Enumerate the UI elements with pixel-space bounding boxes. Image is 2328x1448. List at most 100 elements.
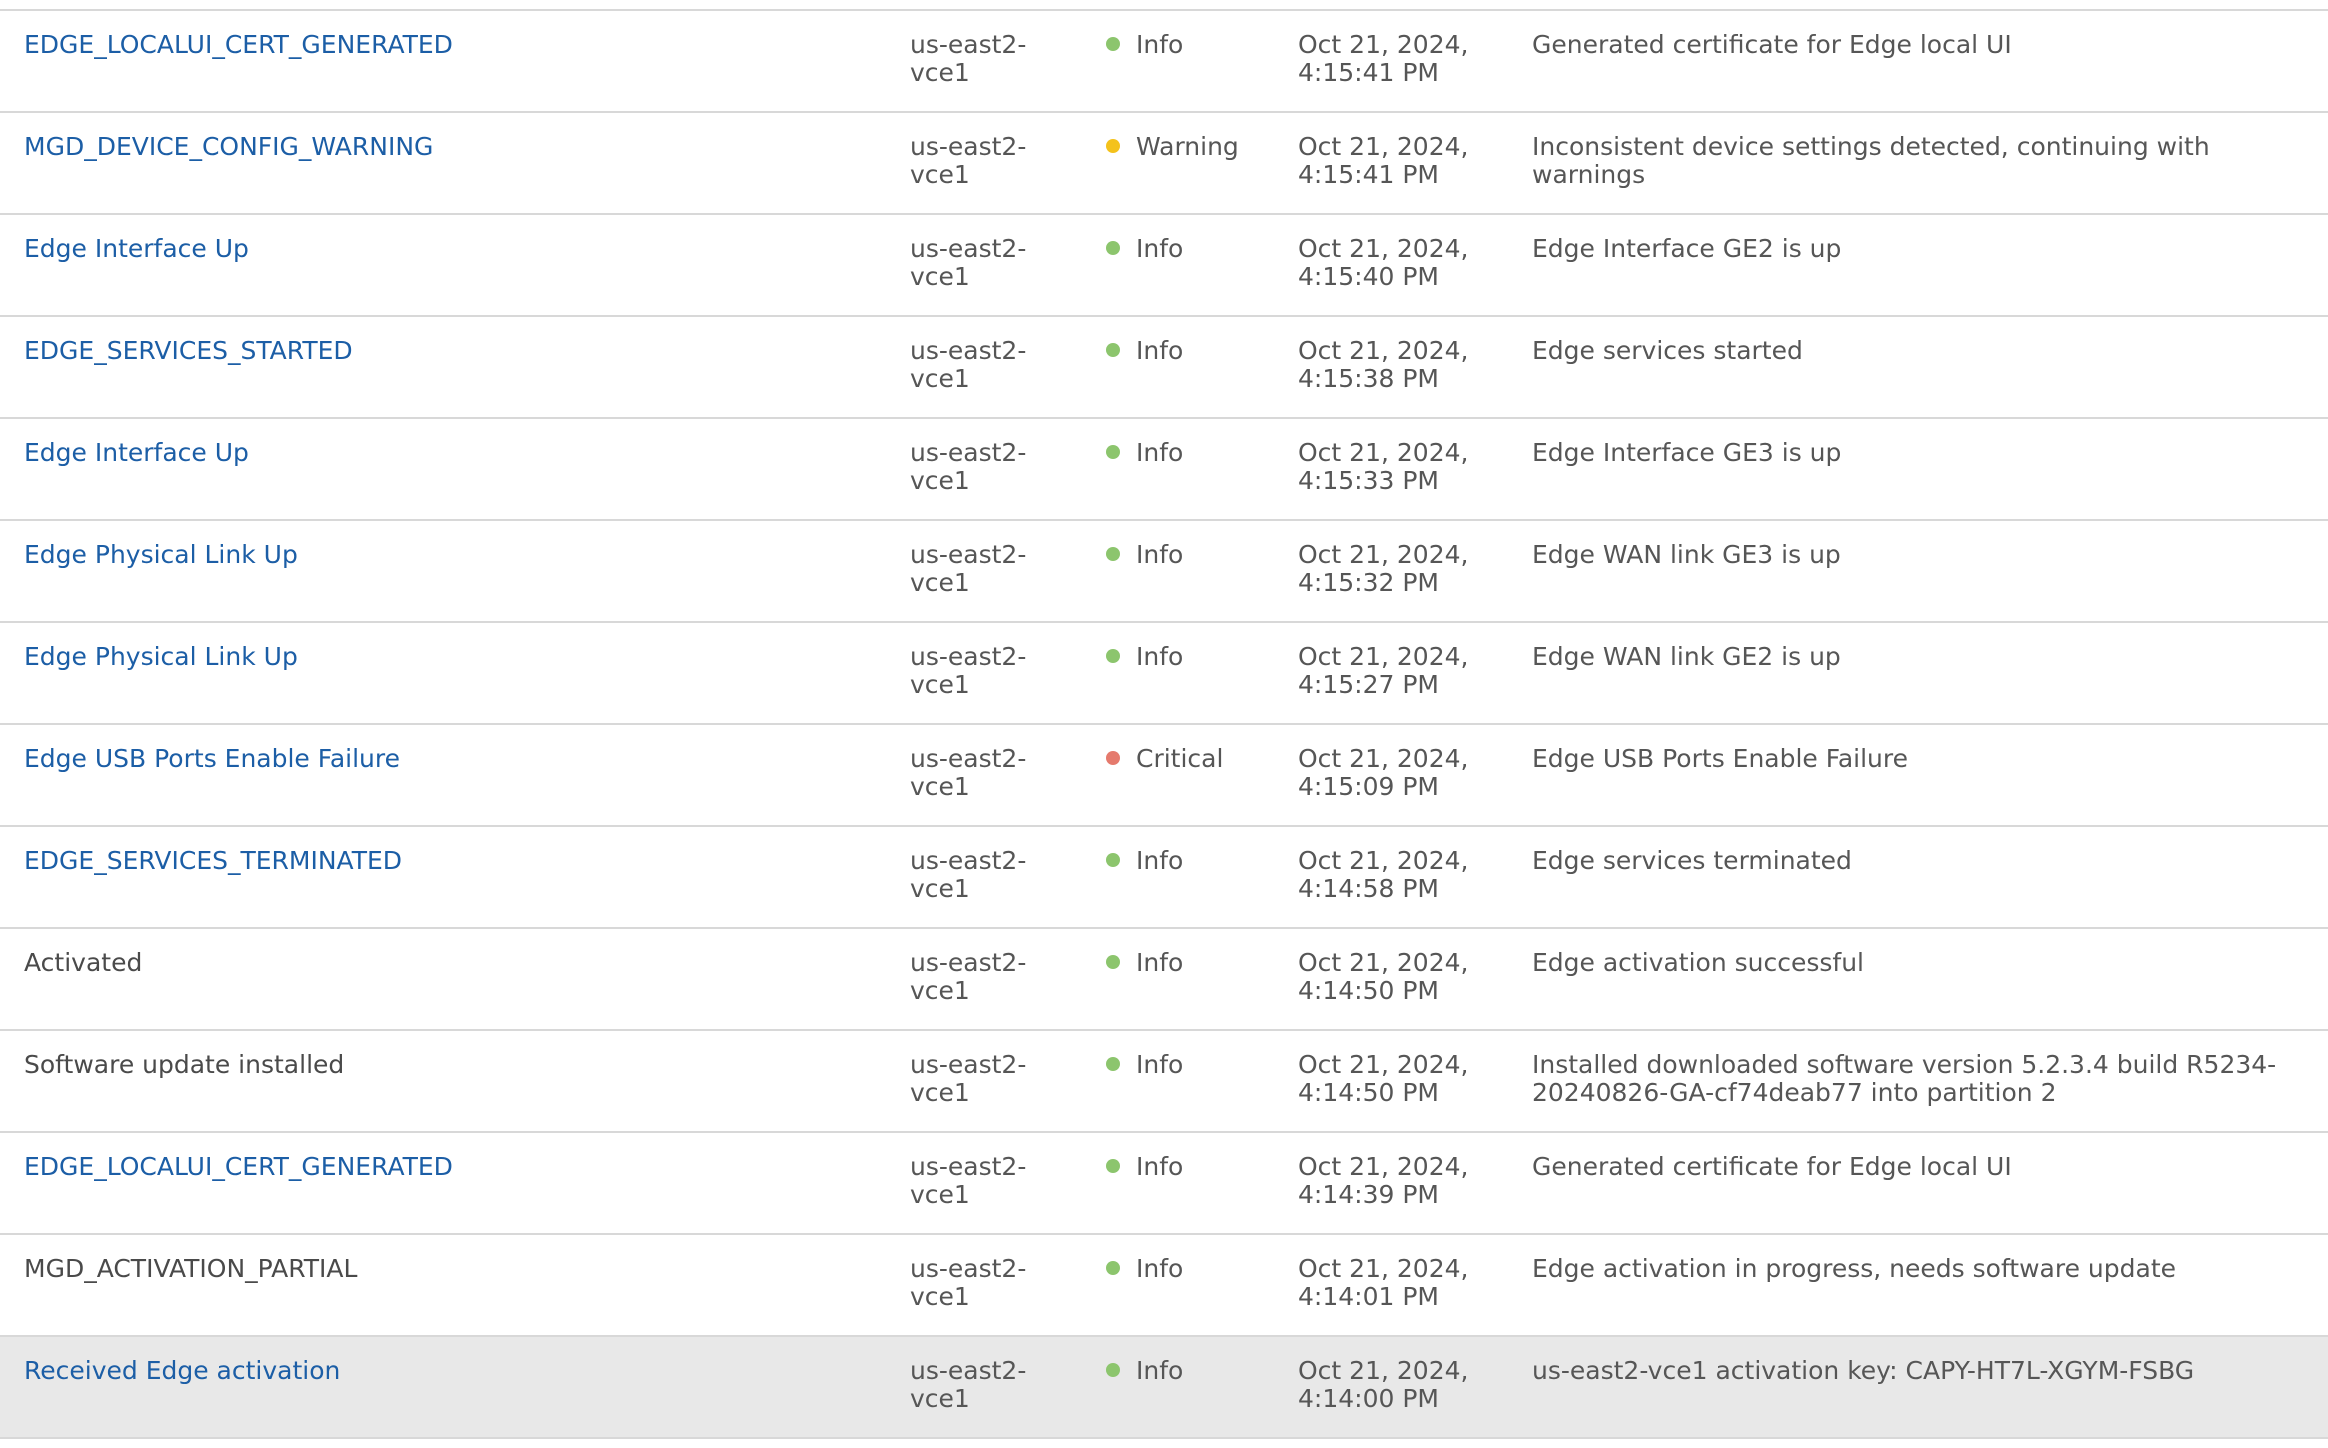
table-row[interactable]: Edge Physical Link Up us-east2- vce1 Inf… bbox=[0, 521, 2328, 623]
table-row[interactable]: EDGE_SERVICES_STARTED us-east2- vce1 Inf… bbox=[0, 317, 2328, 419]
table-row[interactable]: Edge USB Ports Enable Failure us-east2- … bbox=[0, 725, 2328, 827]
edge-name-cell: us-east2- vce1 bbox=[910, 540, 1027, 597]
event-name-link[interactable]: EDGE_SERVICES_STARTED bbox=[24, 336, 353, 365]
severity-label: Info bbox=[1136, 1050, 1184, 1079]
event-name-link[interactable]: MGD_DEVICE_CONFIG_WARNING bbox=[24, 132, 433, 161]
edge-name-cell: us-east2- vce1 bbox=[910, 1356, 1027, 1413]
severity-label: Info bbox=[1136, 642, 1184, 671]
edge-name-cell: us-east2- vce1 bbox=[910, 846, 1027, 903]
event-name-cell: Activated bbox=[24, 949, 884, 977]
table-row[interactable]: EDGE_LOCALUI_CERT_GENERATED us-east2- vc… bbox=[0, 1133, 2328, 1235]
severity-label: Info bbox=[1136, 234, 1184, 263]
event-name-cell: EDGE_LOCALUI_CERT_GENERATED bbox=[24, 1153, 884, 1181]
severity-dot-icon bbox=[1106, 37, 1120, 51]
edge-name-cell: us-east2- vce1 bbox=[910, 234, 1027, 291]
event-time-cell: Oct 21, 2024, 4:14:01 PM bbox=[1298, 1254, 1469, 1311]
table-top-divider bbox=[0, 0, 2328, 11]
message-cell: Edge services started bbox=[1532, 336, 1803, 365]
severity-dot-icon bbox=[1106, 343, 1120, 357]
severity-cell: Info bbox=[1106, 337, 1286, 365]
severity-dot-icon bbox=[1106, 649, 1120, 663]
severity-dot-icon bbox=[1106, 853, 1120, 867]
severity-label: Info bbox=[1136, 336, 1184, 365]
event-time-cell: Oct 21, 2024, 4:14:58 PM bbox=[1298, 846, 1469, 903]
event-name-cell: EDGE_SERVICES_TERMINATED bbox=[24, 847, 884, 875]
severity-dot-icon bbox=[1106, 1159, 1120, 1173]
message-cell: Edge WAN link GE3 is up bbox=[1532, 540, 1841, 569]
message-cell: Generated certificate for Edge local UI bbox=[1532, 1152, 2012, 1181]
event-name-cell: EDGE_SERVICES_STARTED bbox=[24, 337, 884, 365]
message-cell: Edge WAN link GE2 is up bbox=[1532, 642, 1841, 671]
table-row[interactable]: Activated us-east2- vce1 Info Oct 21, 20… bbox=[0, 929, 2328, 1031]
event-name-cell: Edge Physical Link Up bbox=[24, 541, 884, 569]
severity-dot-icon bbox=[1106, 241, 1120, 255]
event-name-cell: MGD_ACTIVATION_PARTIAL bbox=[24, 1255, 884, 1283]
edge-name-cell: us-east2- vce1 bbox=[910, 336, 1027, 393]
event-name-cell: Edge Interface Up bbox=[24, 235, 884, 263]
severity-cell: Critical bbox=[1106, 745, 1286, 773]
edge-name-cell: us-east2- vce1 bbox=[910, 1050, 1027, 1107]
event-time-cell: Oct 21, 2024, 4:15:40 PM bbox=[1298, 234, 1469, 291]
severity-label: Info bbox=[1136, 846, 1184, 875]
severity-cell: Info bbox=[1106, 235, 1286, 263]
event-name-link[interactable]: EDGE_SERVICES_TERMINATED bbox=[24, 846, 402, 875]
severity-label: Info bbox=[1136, 1254, 1184, 1283]
event-name-link[interactable]: Edge Interface Up bbox=[24, 234, 249, 263]
event-name: Activated bbox=[24, 948, 143, 977]
severity-dot-icon bbox=[1106, 445, 1120, 459]
table-row[interactable]: Edge Physical Link Up us-east2- vce1 Inf… bbox=[0, 623, 2328, 725]
edge-name-cell: us-east2- vce1 bbox=[910, 132, 1027, 189]
event-name-cell: Edge Interface Up bbox=[24, 439, 884, 467]
event-name-link[interactable]: Edge Interface Up bbox=[24, 438, 249, 467]
table-row[interactable]: Received Edge activation us-east2- vce1 … bbox=[0, 1337, 2328, 1439]
table-row[interactable]: Software update installed us-east2- vce1… bbox=[0, 1031, 2328, 1133]
table-row[interactable]: Edge Interface Up us-east2- vce1 Info Oc… bbox=[0, 215, 2328, 317]
event-name-cell: Edge Physical Link Up bbox=[24, 643, 884, 671]
message-cell: Inconsistent device settings detected, c… bbox=[1532, 132, 2210, 189]
table-row[interactable]: MGD_ACTIVATION_PARTIAL us-east2- vce1 In… bbox=[0, 1235, 2328, 1337]
event-time-cell: Oct 21, 2024, 4:15:09 PM bbox=[1298, 744, 1469, 801]
edge-name-cell: us-east2- vce1 bbox=[910, 438, 1027, 495]
event-name-link[interactable]: EDGE_LOCALUI_CERT_GENERATED bbox=[24, 1152, 453, 1181]
table-row[interactable]: Edge Interface Up us-east2- vce1 Info Oc… bbox=[0, 419, 2328, 521]
table-row[interactable]: MGD_DEVICE_CONFIG_WARNING us-east2- vce1… bbox=[0, 113, 2328, 215]
event-name-cell: MGD_DEVICE_CONFIG_WARNING bbox=[24, 133, 884, 161]
severity-cell: Warning bbox=[1106, 133, 1286, 161]
table-row[interactable]: EDGE_LOCALUI_CERT_GENERATED us-east2- vc… bbox=[0, 11, 2328, 113]
severity-label: Critical bbox=[1136, 744, 1224, 773]
severity-label: Info bbox=[1136, 948, 1184, 977]
severity-dot-icon bbox=[1106, 139, 1120, 153]
event-name-cell: Received Edge activation bbox=[24, 1357, 884, 1385]
table-row[interactable]: EDGE_SERVICES_TERMINATED us-east2- vce1 … bbox=[0, 827, 2328, 929]
edge-name-cell: us-east2- vce1 bbox=[910, 642, 1027, 699]
severity-dot-icon bbox=[1106, 955, 1120, 969]
event-time-cell: Oct 21, 2024, 4:14:50 PM bbox=[1298, 948, 1469, 1005]
edge-name-cell: us-east2- vce1 bbox=[910, 1152, 1027, 1209]
severity-dot-icon bbox=[1106, 751, 1120, 765]
edge-name-cell: us-east2- vce1 bbox=[910, 744, 1027, 801]
event-name-link[interactable]: Edge USB Ports Enable Failure bbox=[24, 744, 400, 773]
event-time-cell: Oct 21, 2024, 4:15:38 PM bbox=[1298, 336, 1469, 393]
event-name-cell: Software update installed bbox=[24, 1051, 884, 1079]
edge-name-cell: us-east2- vce1 bbox=[910, 948, 1027, 1005]
event-time-cell: Oct 21, 2024, 4:15:27 PM bbox=[1298, 642, 1469, 699]
severity-cell: Info bbox=[1106, 1255, 1286, 1283]
event-name-link[interactable]: Received Edge activation bbox=[24, 1356, 340, 1385]
event-name-link[interactable]: Edge Physical Link Up bbox=[24, 540, 298, 569]
message-cell: Edge services terminated bbox=[1532, 846, 1852, 875]
severity-label: Info bbox=[1136, 30, 1184, 59]
message-cell: Installed downloaded software version 5.… bbox=[1532, 1050, 2277, 1107]
message-cell: Edge Interface GE2 is up bbox=[1532, 234, 1842, 263]
severity-label: Info bbox=[1136, 438, 1184, 467]
event-name-link[interactable]: Edge Physical Link Up bbox=[24, 642, 298, 671]
edge-name-cell: us-east2- vce1 bbox=[910, 1254, 1027, 1311]
event-name: Software update installed bbox=[24, 1050, 345, 1079]
severity-dot-icon bbox=[1106, 1261, 1120, 1275]
severity-label: Info bbox=[1136, 1356, 1184, 1385]
event-name-cell: EDGE_LOCALUI_CERT_GENERATED bbox=[24, 31, 884, 59]
severity-cell: Info bbox=[1106, 541, 1286, 569]
event-time-cell: Oct 21, 2024, 4:14:50 PM bbox=[1298, 1050, 1469, 1107]
event-name-link[interactable]: EDGE_LOCALUI_CERT_GENERATED bbox=[24, 30, 453, 59]
severity-dot-icon bbox=[1106, 547, 1120, 561]
severity-cell: Info bbox=[1106, 949, 1286, 977]
